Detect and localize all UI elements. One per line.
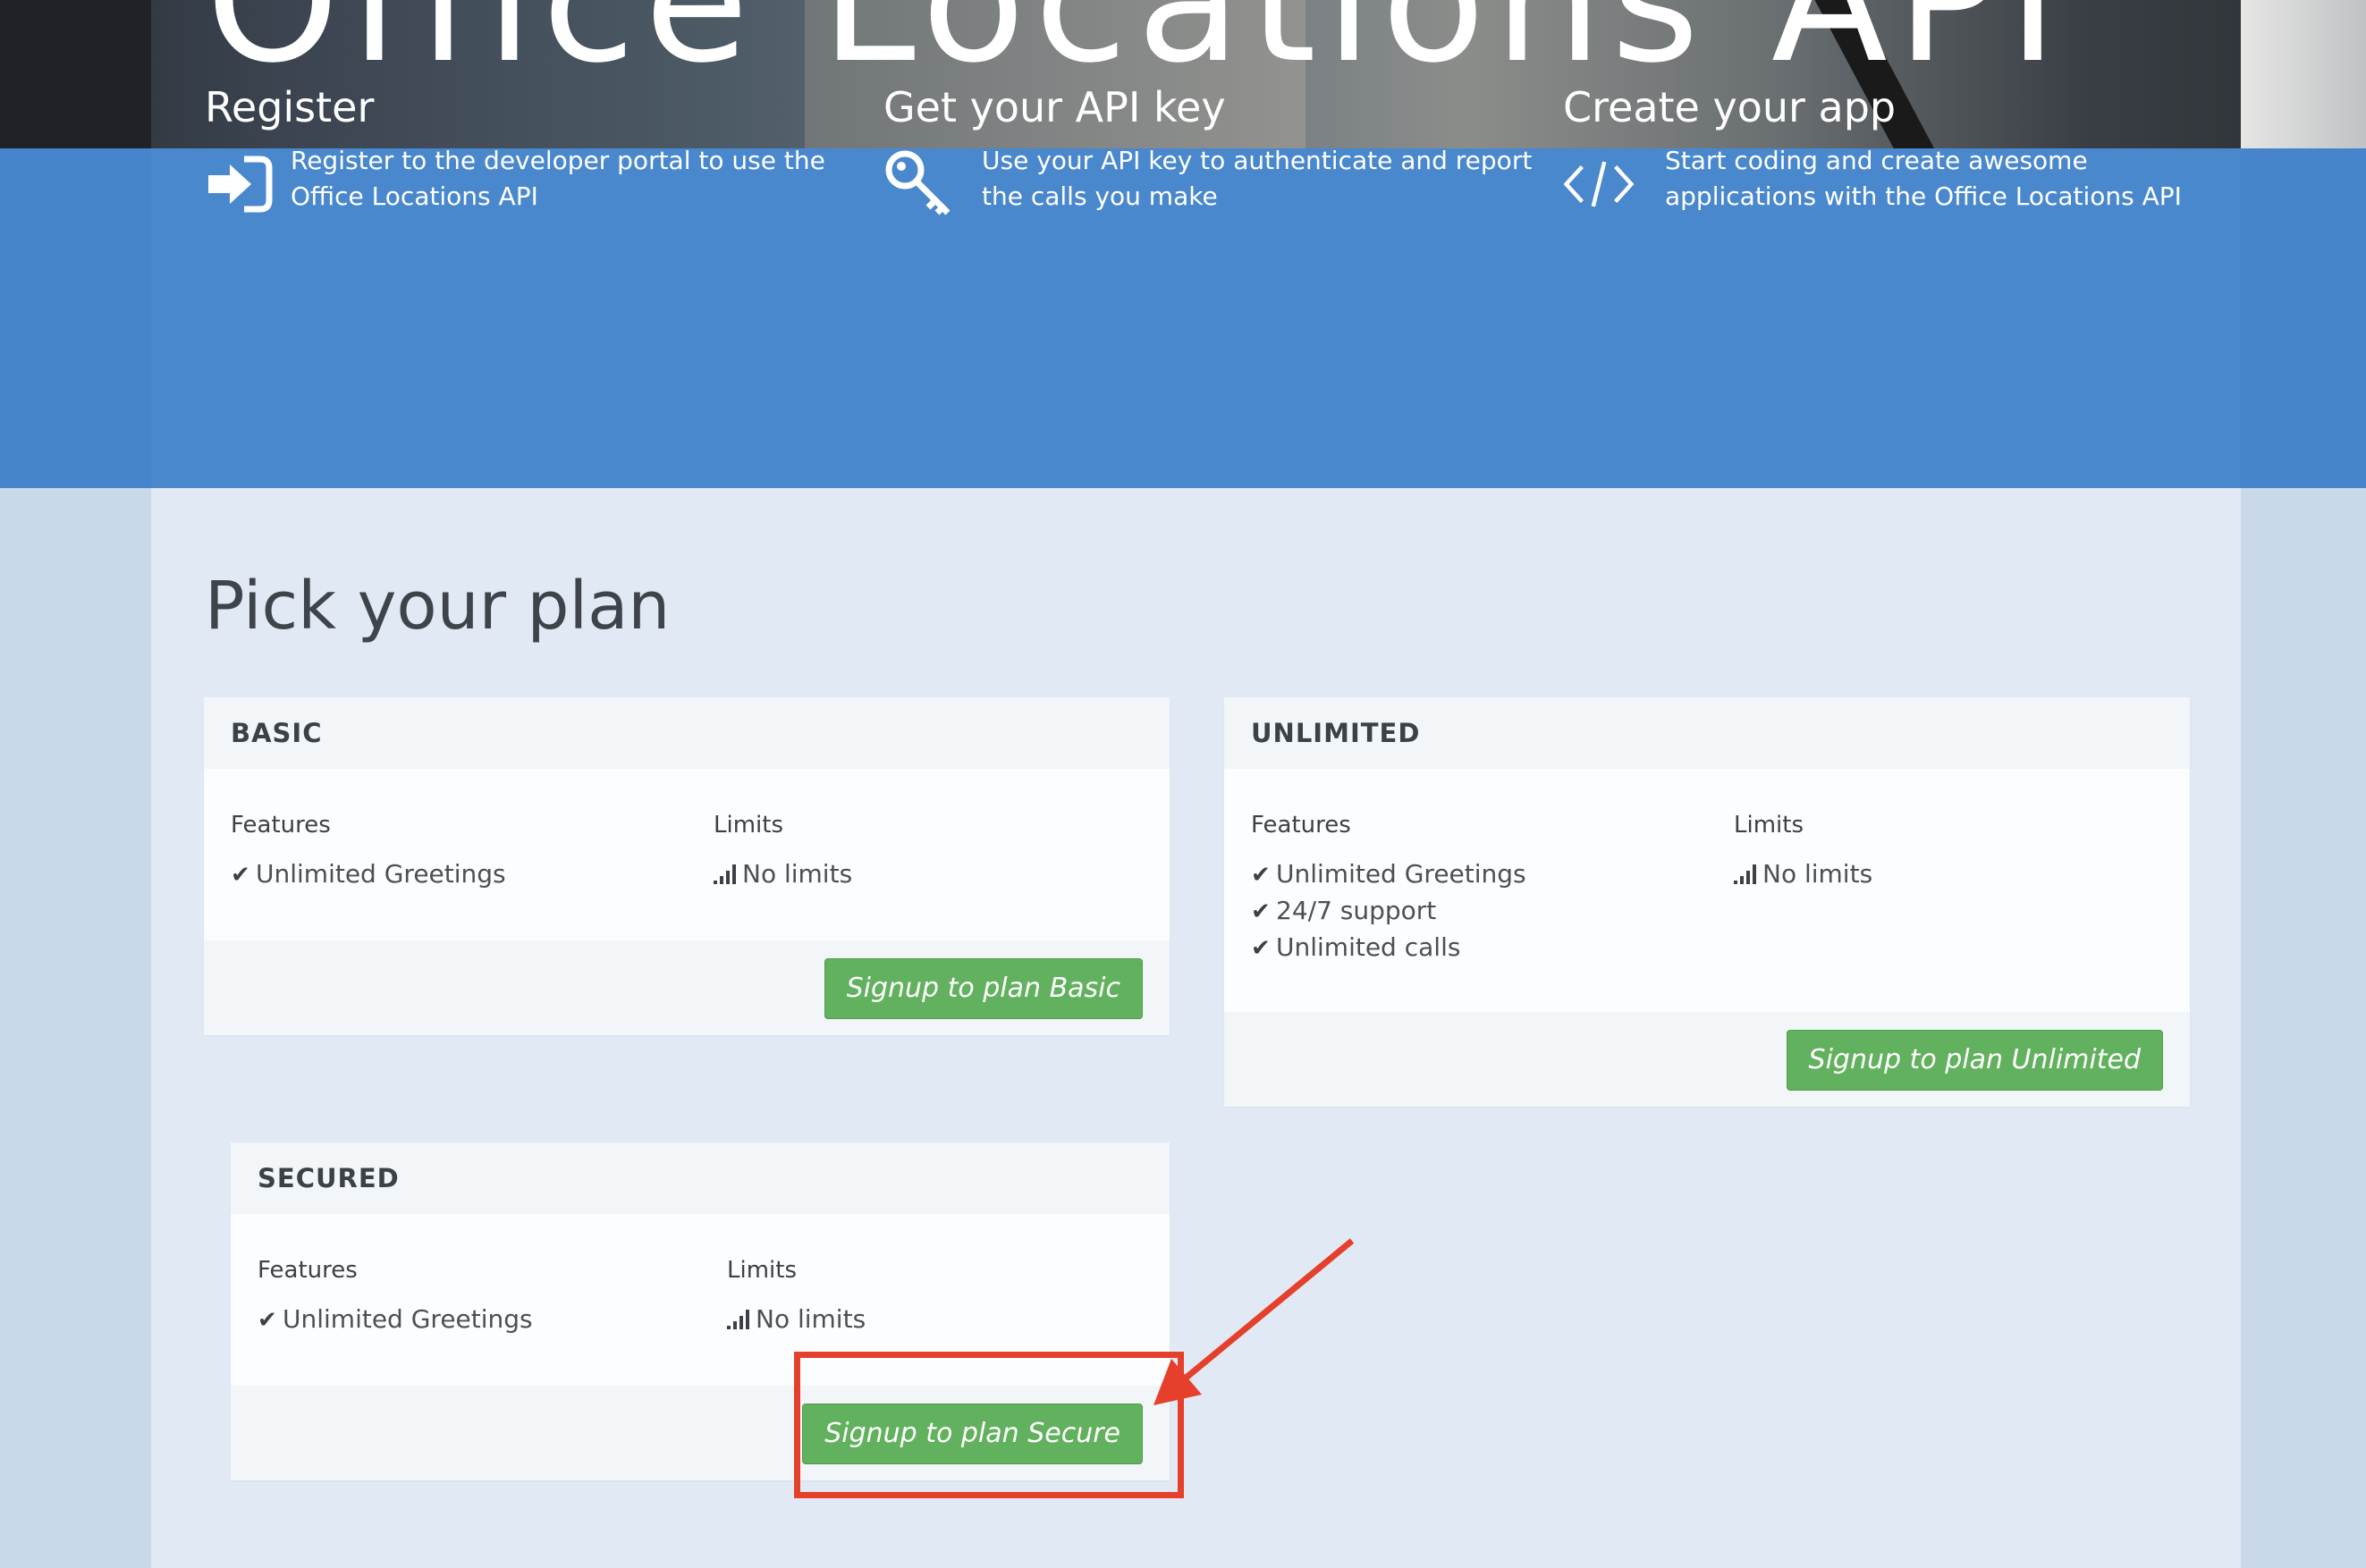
plan-footer: Signup to plan Unlimited [1224, 1012, 2190, 1107]
features-heading: Features [258, 1257, 358, 1284]
annotation-highlight-box [794, 1352, 1184, 1498]
plan-name: UNLIMITED [1224, 697, 2190, 769]
check-icon: ✔ [1251, 898, 1271, 925]
check-icon: ✔ [1251, 862, 1271, 889]
plan-footer: Signup to plan Basic [204, 940, 1170, 1035]
features-heading: Features [1251, 812, 1351, 839]
features-heading: Features [231, 812, 331, 839]
page-title: Pick your plan [205, 568, 671, 645]
check-icon: ✔ [1251, 935, 1271, 962]
feature-list: ✔ Unlimited Greetings [258, 1302, 533, 1338]
limits-heading: Limits [714, 812, 783, 839]
limit-value: No limits [727, 1302, 866, 1337]
plan-card-unlimited: UNLIMITED Features Limits ✔ Unlimited Gre… [1224, 697, 2190, 1107]
step-title: Register [205, 83, 375, 131]
list-item: ✔ Unlimited Greetings [231, 856, 506, 893]
signal-bars-icon [727, 1308, 756, 1329]
signup-unlimited-button[interactable]: Signup to plan Unlimited [1786, 1030, 2163, 1091]
limits-heading: Limits [727, 1257, 797, 1284]
limit-value: No limits [1734, 856, 1872, 892]
plan-name: BASIC [204, 697, 1170, 769]
plan-card-basic: BASIC Features Limits ✔ Unlimited Greetin… [204, 697, 1170, 1035]
hero-photo-edge [0, 0, 151, 148]
check-icon: ✔ [231, 862, 250, 889]
step-create-app: Create your app Start coding and create … [1563, 80, 2225, 215]
step-body: Use your API key to authenticate and rep… [883, 143, 1545, 215]
list-item: ✔ Unlimited calls [1251, 930, 1526, 966]
list-item: ✔ Unlimited Greetings [258, 1302, 533, 1338]
limits-heading: Limits [1734, 812, 1804, 839]
key-icon [885, 150, 951, 215]
signup-basic-button[interactable]: Signup to plan Basic [824, 958, 1143, 1019]
hero-title: Office Locations API [206, 0, 2067, 100]
plan-details: Features Limits ✔ Unlimited Greetings ✔ 24… [1224, 769, 2190, 1012]
step-register: Register Register to the developer porta… [205, 80, 866, 215]
step-text: Use your API key to authenticate and rep… [982, 146, 1533, 211]
signal-bars-icon [714, 863, 742, 884]
signal-bars-icon [1734, 863, 1762, 884]
sign-in-icon [208, 156, 273, 213]
feature-list: ✔ Unlimited Greetings ✔ 24/7 support ✔ Unli… [1251, 856, 1526, 966]
check-icon: ✔ [258, 1307, 277, 1334]
feature-list: ✔ Unlimited Greetings [231, 856, 506, 893]
plan-name: SECURED [231, 1142, 1170, 1214]
step-text: Register to the developer portal to use … [291, 146, 825, 211]
step-body: Start coding and create awesome applicat… [1563, 143, 2225, 215]
step-title: Get your API key [883, 83, 1226, 131]
list-item: ✔ 24/7 support [1251, 893, 1526, 930]
limit-value: No limits [714, 856, 852, 892]
step-title: Create your app [1563, 83, 1897, 131]
step-body: Register to the developer portal to use … [205, 143, 866, 215]
plan-details: Features Limits ✔ Unlimited Greetings No … [204, 769, 1170, 940]
step-api-key: Get your API key Use your API key to aut… [883, 80, 1545, 215]
code-icon [1563, 161, 1635, 207]
hero-photo-clock [2241, 0, 2366, 148]
step-text: Start coding and create awesome applicat… [1665, 146, 2182, 211]
annotation-arrow-icon [1153, 1238, 1355, 1405]
list-item: ✔ Unlimited Greetings [1251, 856, 1526, 893]
